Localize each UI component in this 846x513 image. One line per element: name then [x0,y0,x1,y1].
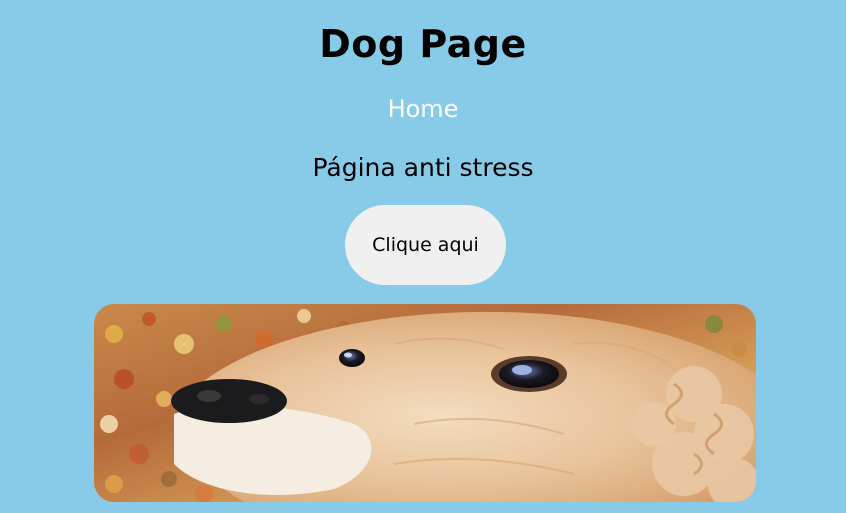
page-title: Dog Page [319,22,527,66]
page-subtitle: Página anti stress [312,153,534,182]
dog-photo [94,304,756,502]
home-link[interactable]: Home [0,95,846,123]
click-here-button[interactable]: Clique aqui [345,205,506,285]
